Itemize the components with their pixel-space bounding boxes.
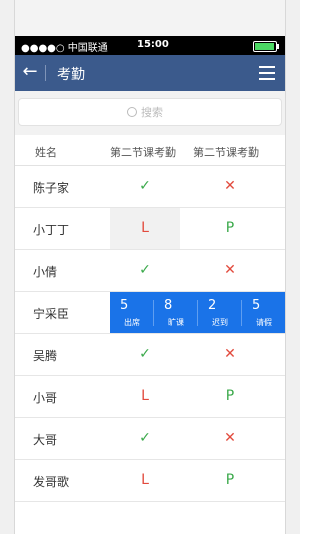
summary-present-label: 出席 (124, 318, 140, 327)
student-name: 吴腾 (33, 349, 58, 363)
summary-late-label: 迟到 (212, 318, 228, 327)
student-name: 小倩 (33, 265, 58, 279)
summary-present: 5 出席 (110, 292, 153, 333)
nav-divider (45, 65, 46, 81)
student-name: 小哥 (33, 391, 58, 405)
search-placeholder: 搜索 (141, 106, 163, 119)
screen: ●●●●○ 中国联通 15:00 ← 考勤 搜索 姓名 第二节课考勤 第二节课考… (15, 36, 285, 534)
search-icon (127, 107, 137, 117)
present-mark[interactable]: P (195, 376, 265, 417)
check-icon[interactable]: ✓ (110, 334, 180, 375)
table-row[interactable]: 陈子家 ✓ ✕ (15, 166, 285, 208)
cross-icon[interactable]: ✕ (195, 418, 265, 459)
summary-leave-label: 请假 (256, 318, 272, 327)
check-icon[interactable]: ✓ (110, 250, 180, 291)
summary-late: 2 迟到 (198, 292, 241, 333)
bezel-right (285, 0, 300, 534)
col-header-name: 姓名 (35, 146, 57, 159)
back-arrow-icon[interactable]: ← (20, 62, 40, 82)
search-input[interactable]: 搜索 (18, 98, 282, 126)
late-mark[interactable]: L (110, 460, 180, 501)
summary-leave-value: 5 (252, 298, 261, 313)
late-mark[interactable]: L (110, 208, 180, 249)
table-row[interactable]: 吴腾 ✓ ✕ (15, 334, 285, 376)
summary-present-value: 5 (120, 298, 129, 313)
page-title: 考勤 (57, 67, 85, 83)
table-row[interactable]: 小丁丁 L P (15, 208, 285, 250)
check-icon[interactable]: ✓ (110, 166, 180, 207)
present-mark[interactable]: P (195, 460, 265, 501)
cross-icon[interactable]: ✕ (195, 250, 265, 291)
present-mark[interactable]: P (195, 208, 265, 249)
summary-absent-value: 8 (164, 298, 173, 313)
phone-frame: ●●●●○ 中国联通 15:00 ← 考勤 搜索 姓名 第二节课考勤 第二节课考… (0, 0, 300, 534)
carrier-label: ●●●●○ 中国联通 (21, 43, 108, 54)
late-mark[interactable]: L (110, 376, 180, 417)
table-row[interactable]: 宁采臣 5 出席 8 旷课 2 迟到 5 请假 (15, 292, 285, 334)
col-header-attendance-1: 第二节课考勤 (110, 146, 176, 159)
hamburger-menu-icon[interactable] (259, 66, 275, 80)
cross-icon[interactable]: ✕ (195, 166, 265, 207)
search-bar: 搜索 (15, 91, 285, 135)
attendance-table: 姓名 第二节课考勤 第二节课考勤 陈子家 ✓ ✕ 小丁丁 L P 小倩 ✓ ✕ … (15, 135, 285, 502)
cross-icon[interactable]: ✕ (195, 334, 265, 375)
student-name: 陈子家 (33, 181, 70, 195)
status-bar: ●●●●○ 中国联通 15:00 (15, 36, 285, 55)
table-header: 姓名 第二节课考勤 第二节课考勤 (15, 135, 285, 166)
clock: 15:00 (137, 39, 169, 50)
summary-absent-label: 旷课 (168, 318, 184, 327)
student-name: 小丁丁 (33, 223, 70, 237)
summary-leave: 5 请假 (242, 292, 285, 333)
bezel-left (0, 0, 15, 534)
table-row[interactable]: 小倩 ✓ ✕ (15, 250, 285, 292)
table-row[interactable]: 小哥 L P (15, 376, 285, 418)
student-name: 宁采臣 (33, 307, 70, 321)
summary-late-value: 2 (208, 298, 217, 313)
summary-absent: 8 旷课 (154, 292, 197, 333)
student-name: 大哥 (33, 433, 58, 447)
attendance-summary-popup: 5 出席 8 旷课 2 迟到 5 请假 (110, 292, 285, 333)
table-row[interactable]: 发哥歌 L P (15, 460, 285, 502)
nav-bar: ← 考勤 (15, 55, 285, 91)
search-placeholder-wrap: 搜索 (127, 104, 163, 120)
col-header-attendance-2: 第二节课考勤 (193, 146, 259, 159)
table-row[interactable]: 大哥 ✓ ✕ (15, 418, 285, 460)
student-name: 发哥歌 (33, 475, 70, 489)
check-icon[interactable]: ✓ (110, 418, 180, 459)
battery-icon (253, 41, 279, 52)
